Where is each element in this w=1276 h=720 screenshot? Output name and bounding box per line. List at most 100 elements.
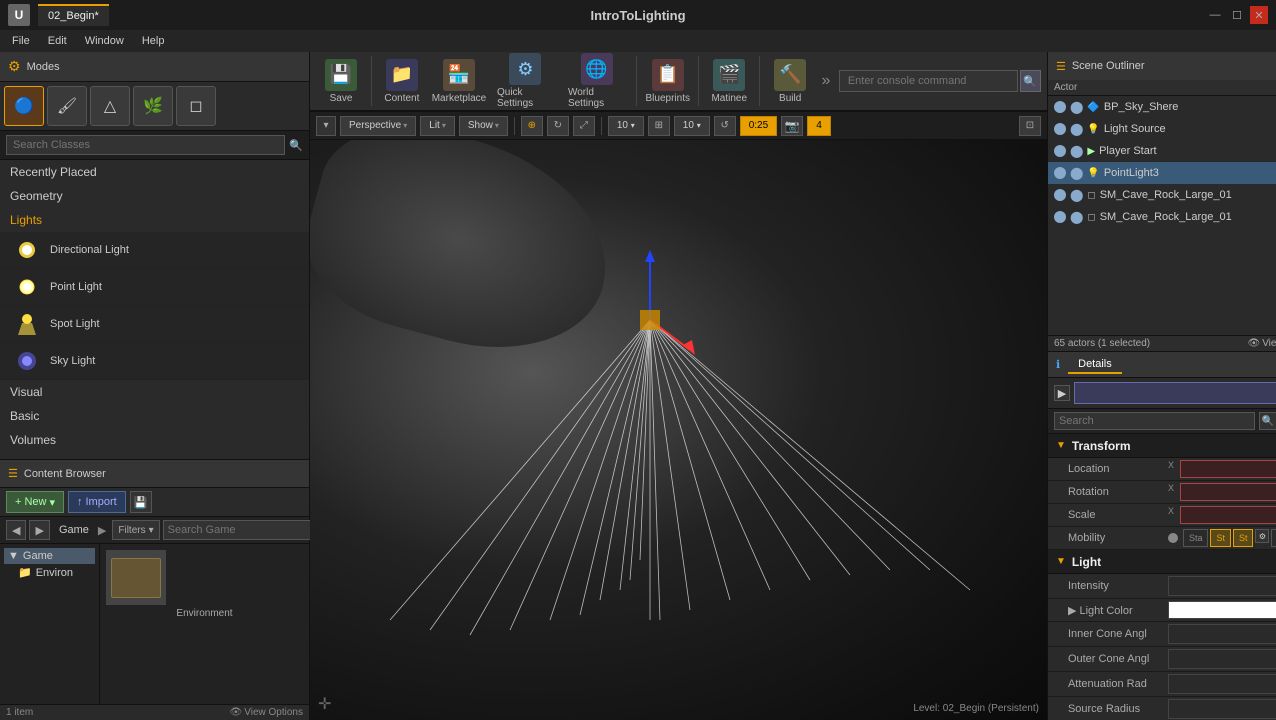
vp-num-time[interactable]: 0:25 — [740, 116, 777, 136]
category-basic[interactable]: Basic — [0, 404, 309, 428]
console-input[interactable] — [839, 70, 1018, 92]
vp-num-grid[interactable]: 10 ▾ — [608, 116, 644, 136]
search-icon[interactable]: 🔍 — [289, 139, 303, 152]
so-item-light-source[interactable]: ⬤ 💡 Light Source — [1048, 118, 1276, 140]
light-color-row: ▶ Light Color — [1048, 599, 1276, 622]
category-visual[interactable]: Visual — [0, 380, 309, 404]
cb-view-options[interactable]: 👁 View Options — [230, 707, 303, 718]
perspective-button[interactable]: Perspective▾ — [340, 116, 416, 136]
toolbar-matinee[interactable]: 🎬 Matinee — [704, 55, 754, 108]
mode-geometry[interactable]: ◻ — [176, 86, 216, 126]
toolbar-save[interactable]: 💾 Save — [316, 55, 366, 108]
cb-folder-environment[interactable] — [106, 550, 166, 605]
transform-section-header[interactable]: ▼ Transform — [1048, 434, 1276, 458]
viewport-menu-icon[interactable]: ▾ — [316, 116, 336, 136]
mobility-stationary-2[interactable]: St — [1233, 529, 1254, 547]
titlebar-tab[interactable]: 02_Begin* — [38, 4, 109, 26]
inner-cone-input[interactable]: 0.0 — [1168, 624, 1276, 644]
visibility-toggle[interactable] — [1054, 101, 1066, 113]
toolbar-blueprints[interactable]: 📋 Blueprints — [642, 55, 693, 108]
mode-place[interactable]: 🔵 — [4, 86, 44, 126]
category-lights[interactable]: Lights — [0, 208, 309, 232]
menu-help[interactable]: Help — [134, 33, 173, 49]
so-view-options[interactable]: 👁 View Options — [1247, 338, 1276, 349]
vp-icon-grid[interactable]: ⊞ — [648, 116, 670, 136]
toolbar-quicksettings[interactable]: ⚙ Quick Settings — [491, 49, 560, 113]
place-item-directional-light[interactable]: Directional Light — [0, 232, 309, 269]
details-search-icon[interactable]: 🔍 — [1259, 412, 1276, 430]
place-item-point-light[interactable]: Point Light — [0, 269, 309, 306]
scale-x-input[interactable]: 1.0 — [1180, 506, 1276, 524]
toolbar-build[interactable]: 🔨 Build — [765, 55, 815, 108]
cb-save-button[interactable]: 💾 — [130, 491, 152, 513]
light-color-swatch[interactable] — [1168, 601, 1276, 619]
mode-foliage[interactable]: 🌿 — [133, 86, 173, 126]
place-item-sky-light[interactable]: Sky Light — [0, 343, 309, 380]
cb-new-button[interactable]: + New ▾ — [6, 491, 64, 513]
mode-paint[interactable]: 🖌 — [47, 86, 87, 126]
mobility-static[interactable]: Sta — [1183, 529, 1209, 547]
so-item-pointlight3[interactable]: ⬤ 💡 PointLight3 — [1048, 162, 1276, 184]
toolbar-worldsettings[interactable]: 🌐 World Settings — [562, 49, 631, 113]
category-recently-placed[interactable]: Recently Placed — [0, 160, 309, 184]
source-radius-input[interactable]: 0.0 — [1168, 699, 1276, 719]
toolbar-content[interactable]: 📁 Content — [377, 55, 427, 108]
menu-file[interactable]: File — [4, 33, 38, 49]
so-item-cave-rock-1[interactable]: ⬤ ◻ SM_Cave_Rock_Large_01 — [1048, 184, 1276, 206]
vp-icon-maximize[interactable]: ⊡ — [1019, 116, 1041, 136]
vp-icon-translate[interactable]: ⊕ — [521, 116, 543, 136]
visibility-toggle-4[interactable] — [1054, 167, 1066, 179]
toolbar-marketplace[interactable]: 🏪 Marketplace — [429, 55, 489, 108]
details-tab[interactable]: Details — [1068, 356, 1122, 374]
toolbar-more[interactable]: » — [817, 56, 835, 106]
mobility-icon[interactable]: ⚙ — [1255, 529, 1269, 543]
details-search-input[interactable] — [1054, 412, 1255, 430]
so-item-player-start[interactable]: ⬤ ▶ Player Start — [1048, 140, 1276, 162]
menu-window[interactable]: Window — [77, 33, 132, 49]
vp-icon-scale[interactable]: ⤢ — [573, 116, 595, 136]
visibility-toggle-2[interactable] — [1054, 123, 1066, 135]
cb-filter-button[interactable]: Filters▾ — [112, 520, 159, 540]
mode-landscape[interactable]: △ — [90, 86, 130, 126]
close-button[interactable]: ✕ — [1250, 6, 1268, 24]
category-all-classes[interactable]: All Classes — [0, 452, 309, 459]
visibility-toggle-5[interactable] — [1054, 189, 1066, 201]
location-x-input[interactable]: 450 — [1180, 460, 1276, 478]
cb-import-button[interactable]: ↑ Import — [68, 491, 126, 513]
light-section-header[interactable]: ▼ Light — [1048, 550, 1276, 574]
so-item-bp-sky[interactable]: ⬤ 🔷 BP_Sky_Shere — [1048, 96, 1276, 118]
vp-num-speed[interactable]: 4 — [807, 116, 831, 136]
maximize-button[interactable]: ☐ — [1228, 6, 1246, 24]
lit-button[interactable]: Lit▾ — [420, 116, 455, 136]
show-button[interactable]: Show▾ — [459, 116, 508, 136]
minimize-button[interactable]: — — [1206, 6, 1224, 24]
place-item-spot-light[interactable]: Spot Light — [0, 306, 309, 343]
menu-edit[interactable]: Edit — [40, 33, 75, 49]
viewport[interactable]: Level: 02_Begin (Persistent) ✛ — [310, 140, 1047, 720]
details-expand-icon[interactable]: ▶ — [1054, 385, 1070, 401]
tree-item-game[interactable]: ▼ Game — [4, 548, 95, 564]
vp-icon-rot2[interactable]: ↺ — [714, 116, 736, 136]
nav-forward[interactable]: ▶ — [29, 520, 49, 540]
category-volumes[interactable]: Volumes — [0, 428, 309, 452]
vp-icon-rotate[interactable]: ↻ — [547, 116, 569, 136]
selected-actor-name-input[interactable]: SpotLight3 — [1074, 382, 1276, 404]
category-geometry[interactable]: Geometry — [0, 184, 309, 208]
console-search-icon[interactable]: 🔍 — [1020, 70, 1041, 92]
intensity-input[interactable]: 5000.0 — [1168, 576, 1276, 596]
mobility-movable[interactable]: Mo — [1271, 529, 1276, 547]
vp-num-rot[interactable]: 10 ▾ — [674, 116, 710, 136]
nav-back[interactable]: ◀ — [6, 520, 26, 540]
rotation-x-input[interactable]: 0. — [1180, 483, 1276, 501]
tree-item-environ[interactable]: 📁 Environ — [4, 564, 95, 581]
so-item-cave-rock-2[interactable]: ⬤ ◻ SM_Cave_Rock_Large_01 — [1048, 206, 1276, 228]
vp-icon-camera[interactable]: 📷 — [781, 116, 803, 136]
attenuation-input[interactable]: 1000|0 — [1168, 674, 1276, 694]
search-classes-input[interactable] — [6, 135, 285, 155]
mobility-stationary[interactable]: St — [1210, 529, 1231, 547]
center-panel: 💾 Save 📁 Content 🏪 Marketplace ⚙ Quick S… — [310, 52, 1047, 720]
outer-cone-input[interactable]: 44.0 — [1168, 649, 1276, 669]
visibility-toggle-6[interactable] — [1054, 211, 1066, 223]
visibility-toggle-3[interactable] — [1054, 145, 1066, 157]
cb-search-input[interactable] — [163, 520, 315, 540]
